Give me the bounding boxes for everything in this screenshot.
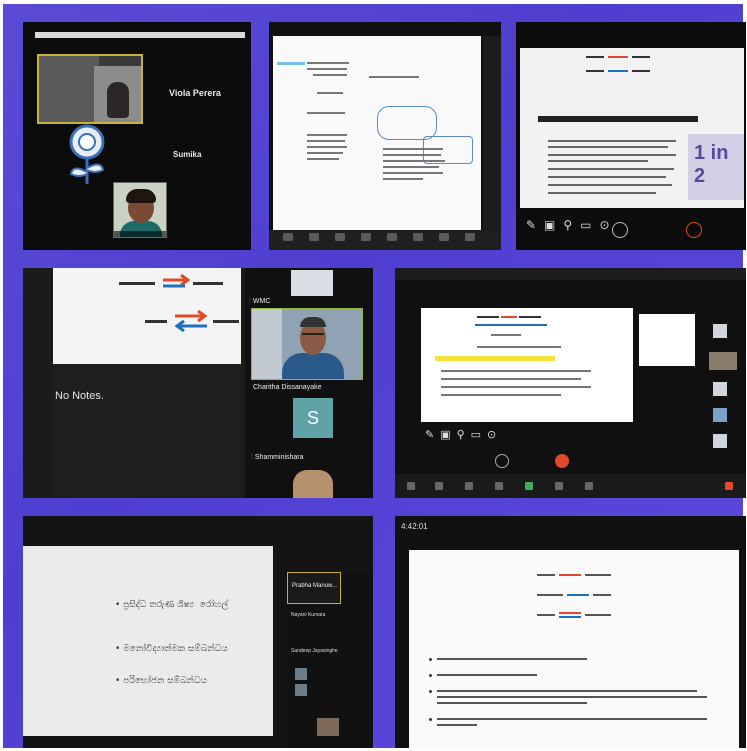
flower-icon	[69, 124, 105, 184]
prev-slide-icon[interactable]	[495, 454, 509, 468]
next-slide-preview	[639, 314, 695, 366]
arrow-icon	[163, 274, 191, 288]
participant-name: Sandeep Jayasinghe	[291, 648, 338, 654]
next-slide-icon[interactable]	[555, 454, 569, 468]
participants-icon[interactable]	[361, 233, 371, 241]
shared-slide: 1 in 2	[520, 48, 744, 208]
end-meeting-icon[interactable]	[725, 482, 733, 490]
blue-arrow	[608, 70, 628, 72]
chat-icon[interactable]	[387, 233, 397, 241]
participant-name: Sumika	[173, 150, 202, 159]
annotation-tools[interactable]: ✎▣⚲▭⊙	[526, 218, 618, 232]
participant-video-tile[interactable]	[713, 434, 727, 448]
active-speaker-video[interactable]	[251, 308, 363, 380]
annotated-slide-panel	[269, 22, 501, 250]
meeting-timer: 4:42:01	[401, 522, 428, 531]
prev-slide-icon[interactable]	[612, 222, 628, 238]
meeting-gallery-panel: Viola Perera Sumika	[23, 22, 251, 250]
record-icon[interactable]	[585, 482, 593, 490]
participant-video-tile[interactable]	[713, 408, 727, 422]
mute-icon[interactable]	[283, 233, 293, 241]
participant-video-tile[interactable]	[709, 352, 737, 370]
presentation-panel: 1 in 2 ✎▣⚲▭⊙	[516, 22, 746, 250]
blue-arrow	[567, 594, 589, 596]
participant-video-viola[interactable]	[37, 54, 143, 124]
shared-slide: • ප්‍රසිද්ධ තරුණ ශිෂ්‍ය රෝහල් • මනෝවිද්‍…	[23, 546, 273, 736]
presenter-view-panel: No Notes. ⁞ WMC Charitha Dissanayake S ⁞…	[23, 268, 373, 498]
shared-slide	[273, 36, 481, 230]
red-arrow	[608, 56, 628, 58]
meeting-toolbar	[269, 230, 501, 250]
shared-slide	[421, 308, 633, 422]
participant-panel: Prabha Manuw... Nayani Kumara Sandeep Ja…	[287, 572, 373, 748]
slide-title	[538, 116, 698, 122]
mute-icon[interactable]	[407, 482, 415, 490]
participant-video-tile[interactable]	[113, 182, 167, 238]
avatar[interactable]	[295, 668, 307, 680]
meeting-header: 4:42:01	[395, 516, 746, 536]
annotation-sidebar	[483, 36, 501, 230]
exchange-arrow-icon	[174, 310, 208, 332]
browser-tab-bar	[395, 268, 746, 280]
next-slide-icon[interactable]	[686, 222, 702, 238]
video-icon[interactable]	[435, 482, 443, 490]
bullet-slide-panel: • ප්‍රසිද්ධ තරුණ ශිෂ්‍ය රෝහල් • මනෝවිද්‍…	[23, 516, 373, 748]
meeting-toolbar	[395, 474, 746, 498]
chat-icon[interactable]	[525, 482, 533, 490]
annotation-tools[interactable]: ✎▣⚲▭⊙	[425, 428, 502, 441]
participant-strip: ⁞ WMC Charitha Dissanayake S ⁞ Shamminis…	[245, 268, 373, 498]
speaker-notes: No Notes.	[53, 364, 241, 498]
participant-video-tile[interactable]	[291, 270, 333, 296]
highlighted-slide-panel: ✎▣⚲▭⊙	[395, 268, 746, 498]
participant-name: Viola Perera	[169, 88, 221, 98]
participant-video-tile[interactable]	[713, 382, 727, 396]
participant-avatar[interactable]: S	[293, 398, 333, 438]
text-highlight	[435, 356, 555, 361]
share-icon[interactable]	[413, 233, 423, 241]
fullscreen-slide-panel: 4:42:01	[395, 516, 746, 748]
participant-tag: WMC	[252, 298, 271, 305]
speaker-name: Charitha Dissanayake	[253, 384, 322, 391]
participants-icon[interactable]	[495, 482, 503, 490]
participant-name: Nayani Kumara	[291, 612, 326, 618]
video-icon[interactable]	[309, 233, 319, 241]
participant-video-tile[interactable]	[293, 470, 333, 498]
participant-name: Shamminishara	[254, 454, 304, 461]
window-title-bar	[35, 32, 245, 38]
shared-slide	[53, 268, 241, 364]
photo-collage: Viola Perera Sumika 1 in 2 ✎▣⚲▭⊙ No Note…	[3, 4, 746, 748]
selected-participant[interactable]: Prabha Manuw...	[287, 572, 341, 604]
avatar[interactable]	[295, 684, 307, 696]
record-icon[interactable]	[439, 233, 449, 241]
awareness-poster: 1 in 2	[688, 134, 744, 200]
shared-slide	[409, 550, 739, 748]
participant-video-tile[interactable]	[317, 718, 339, 736]
security-icon[interactable]	[335, 233, 345, 241]
red-arrow	[559, 574, 581, 576]
participant-video-tile[interactable]	[713, 324, 727, 338]
security-icon[interactable]	[465, 482, 473, 490]
reactions-icon[interactable]	[465, 233, 475, 241]
share-icon[interactable]	[555, 482, 563, 490]
